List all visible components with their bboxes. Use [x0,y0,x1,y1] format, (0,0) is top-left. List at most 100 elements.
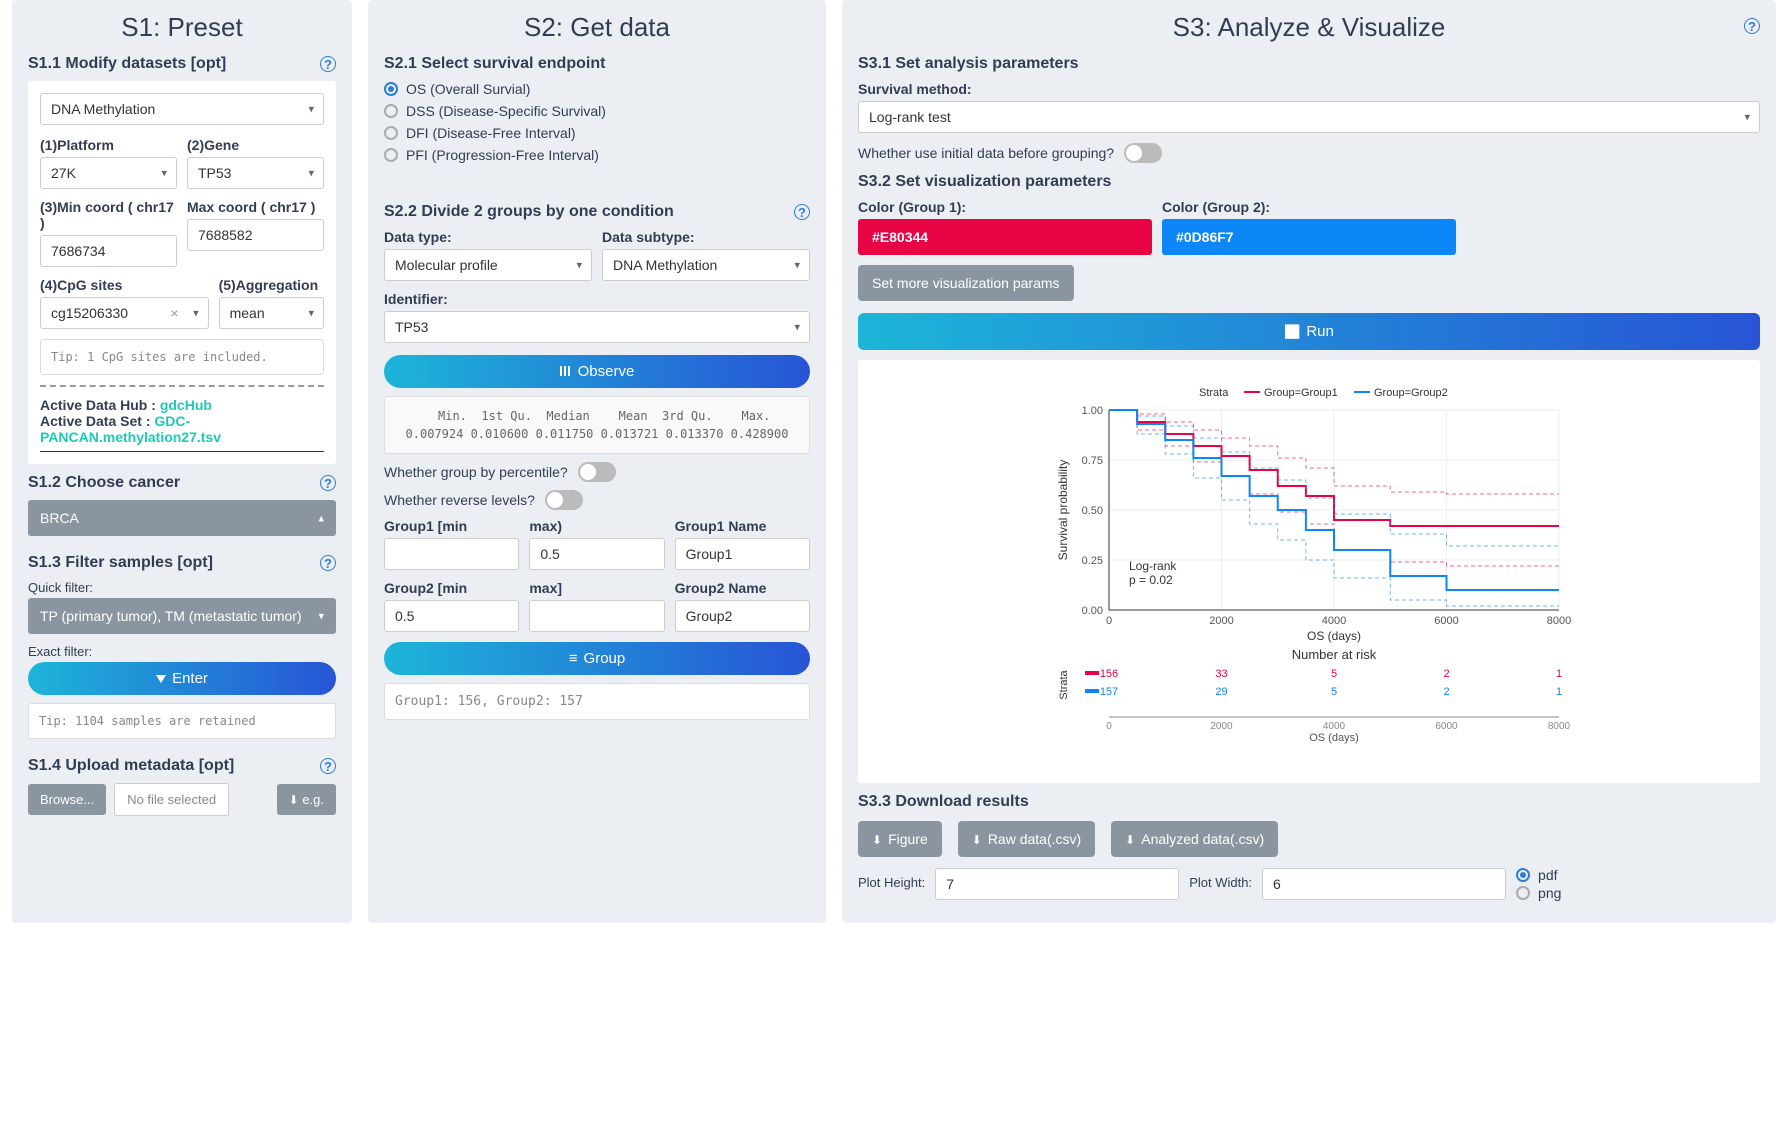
svg-text:0.75: 0.75 [1082,455,1103,467]
survival-method-select[interactable]: Log-rank test [858,101,1760,133]
endpoint-radio-3[interactable]: PFI (Progression-Free Interval) [384,147,810,163]
plot-width-input[interactable] [1262,868,1506,900]
download-figure-button[interactable]: Figure [858,821,942,857]
svg-text:8000: 8000 [1548,721,1571,732]
download-icon [289,792,299,807]
svg-text:OS (days): OS (days) [1309,732,1359,744]
svg-text:Strata: Strata [1199,387,1229,399]
png-radio[interactable]: png [1516,885,1760,901]
group2-min-input[interactable] [384,600,519,632]
svg-text:5: 5 [1331,686,1337,698]
observe-button[interactable]: Observe [384,355,810,388]
svg-text:Group=Group2: Group=Group2 [1374,387,1448,399]
s1-title: S1: Preset [28,12,336,43]
svg-text:156: 156 [1100,668,1118,680]
s11-header: S1.1 Modify datasets [opt] ? [28,55,336,73]
svg-text:OS (days): OS (days) [1307,629,1361,643]
radio-icon [1516,886,1530,900]
pdf-radio[interactable]: pdf [1516,867,1760,883]
svg-text:0.25: 0.25 [1082,555,1103,567]
svg-text:33: 33 [1215,668,1227,680]
data-type-select[interactable]: Molecular profile [384,249,592,281]
svg-text:1: 1 [1556,668,1562,680]
cancer-select[interactable]: BRCA [28,500,336,536]
s21-header: S2.1 Select survival endpoint [384,55,810,73]
s12-header: S1.2 Choose cancer ? [28,474,336,492]
group1-min-input[interactable] [384,538,519,570]
color1-input[interactable] [858,219,1152,255]
endpoint-radio-1[interactable]: DSS (Disease-Specific Survival) [384,103,810,119]
eg-button[interactable]: e.g. [277,784,336,815]
download-analyzed-button[interactable]: Analyzed data(.csv) [1111,821,1278,857]
svg-text:Strata: Strata [1058,669,1070,699]
reverse-toggle[interactable] [545,490,583,510]
chart-icon [1284,323,1300,340]
cpg-sites-input[interactable] [40,297,209,329]
s33-header: S3.3 Download results [858,793,1760,811]
help-icon[interactable]: ? [320,758,336,774]
group1-max-input[interactable] [529,538,664,570]
help-icon[interactable]: ? [320,555,336,571]
platform-select[interactable]: 27K [40,157,177,189]
survival-chart-panel: 0.000.250.500.751.0002000400060008000OS … [858,360,1760,783]
help-icon[interactable]: ? [1744,18,1760,34]
panel-s1-preset: S1: Preset S1.1 Modify datasets [opt] ? … [12,0,352,923]
svg-text:0: 0 [1106,615,1112,627]
plot-height-input[interactable] [935,868,1179,900]
svg-text:1.00: 1.00 [1082,405,1103,417]
svg-text:Survival probability: Survival probability [1056,460,1070,561]
help-icon[interactable]: ? [320,475,336,491]
svg-text:5: 5 [1331,668,1337,680]
svg-text:4000: 4000 [1322,615,1346,627]
s13-header: S1.3 Filter samples [opt] ? [28,554,336,572]
max-coord-input[interactable] [187,219,324,251]
help-icon[interactable]: ? [320,56,336,72]
aggregation-select[interactable]: mean [219,297,324,329]
endpoint-radio-0[interactable]: OS (Overall Survial) [384,81,810,97]
help-icon[interactable]: ? [794,204,810,220]
radio-icon [384,82,398,96]
endpoint-radio-2[interactable]: DFI (Disease-Free Interval) [384,125,810,141]
cpg-tip: Tip: 1 CpG sites are included. [40,339,324,375]
identifier-select[interactable]: TP53 [384,311,810,343]
bar-chart-icon [560,363,572,380]
clear-icon[interactable]: × [170,305,178,321]
group2-name-input[interactable] [675,600,810,632]
group-button[interactable]: Group [384,642,810,675]
s14-header: S1.4 Upload metadata [opt] ? [28,757,336,775]
filter-icon [156,670,166,687]
svg-text:Group=Group1: Group=Group1 [1264,387,1338,399]
s32-header: S3.2 Set visualization parameters [858,173,1760,191]
more-viz-params-button[interactable]: Set more visualization params [858,265,1074,301]
download-icon [872,831,882,847]
svg-text:0.50: 0.50 [1082,505,1103,517]
enter-button[interactable]: Enter [28,662,336,695]
svg-text:2: 2 [1443,686,1449,698]
km-chart: 0.000.250.500.751.0002000400060008000OS … [878,380,1740,760]
active-hub-line: Active Data Hub : gdcHub [40,397,324,413]
svg-text:0: 0 [1106,721,1112,732]
percentile-toggle[interactable] [578,462,616,482]
quick-filter-select[interactable]: TP (primary tumor), TM (metastatic tumor… [28,598,336,634]
browse-button[interactable]: Browse... [28,784,106,815]
dataset-select[interactable]: DNA Methylation [40,93,324,125]
download-icon [972,831,982,847]
file-name-display: No file selected [114,783,229,816]
s31-header: S3.1 Set analysis parameters [858,55,1760,73]
radio-icon [384,126,398,140]
download-raw-button[interactable]: Raw data(.csv) [958,821,1095,857]
run-button[interactable]: Run [858,313,1760,350]
group2-max-input[interactable] [529,600,664,632]
svg-text:157: 157 [1100,686,1118,698]
svg-text:2: 2 [1443,668,1449,680]
color2-input[interactable] [1162,219,1456,255]
svg-text:0.00: 0.00 [1082,605,1103,617]
svg-text:29: 29 [1215,686,1227,698]
initial-data-toggle[interactable] [1124,143,1162,163]
gene-select[interactable]: TP53 [187,157,324,189]
data-subtype-select[interactable]: DNA Methylation [602,249,810,281]
svg-text:Log-rank: Log-rank [1129,559,1177,573]
list-icon [569,650,578,667]
group1-name-input[interactable] [675,538,810,570]
min-coord-input[interactable] [40,235,177,267]
